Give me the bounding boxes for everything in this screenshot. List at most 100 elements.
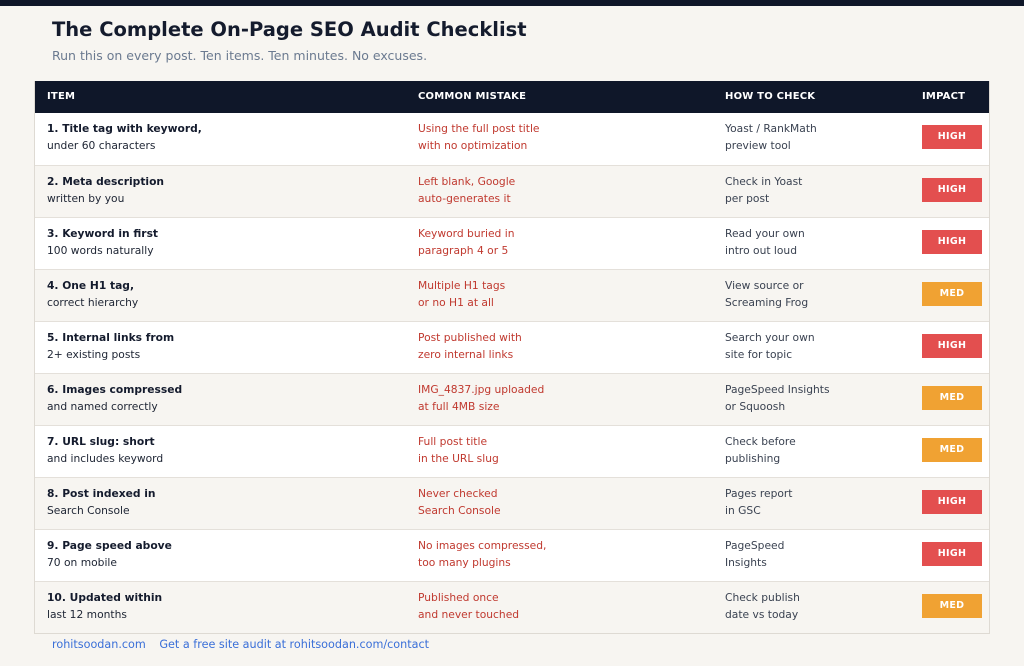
how-to-check-cell: Read your own intro out loud (725, 225, 805, 259)
mistake-cell: Using the full post title with no optimiz… (418, 120, 540, 154)
table-row: 8. Post indexed in Search Console Never ch… (35, 477, 989, 529)
item-cell-line: 9. Page speed above (47, 539, 172, 552)
mistake-cell: Keyword buried in paragraph 4 or 5 (418, 225, 514, 259)
item-cell-line: 2. Meta description (47, 175, 165, 188)
mistake-cell: No images compressed, too many plugins (418, 537, 546, 571)
item-cell-line: 70 on mobile (47, 556, 117, 569)
how-to-check-cell-line: publishing (725, 452, 781, 465)
footer-site-link[interactable]: rohitsoodan.com (52, 638, 146, 651)
mistake-cell-line: Multiple H1 tags (418, 279, 506, 292)
impact-badge: HIGH (922, 490, 982, 514)
item-cell-line: and includes keyword (47, 452, 164, 465)
item-cell: 4. One H1 tag, correct hierarchy (47, 277, 138, 311)
item-cell: 7. URL slug: short and includes keyword (47, 433, 163, 467)
footer-cta-link[interactable]: Get a free site audit at rohitsoodan.com… (159, 638, 429, 651)
item-cell: 10. Updated within last 12 months (47, 589, 162, 623)
footer: rohitsoodan.com Get a free site audit at… (52, 638, 439, 651)
header-how-to-check: HOW TO CHECK (725, 91, 816, 102)
table-row: 7. URL slug: short and includes keyword Fu… (35, 425, 989, 477)
mistake-cell-line: No images compressed, (418, 539, 547, 552)
how-to-check-cell-line: preview tool (725, 139, 791, 152)
mistake-cell: Multiple H1 tags or no H1 at all (418, 277, 505, 311)
how-to-check-cell: PageSpeed Insights (725, 537, 784, 571)
how-to-check-cell-line: Check publish (725, 591, 800, 604)
how-to-check-cell-line: Check before (725, 435, 796, 448)
item-cell-line: and named correctly (47, 400, 158, 413)
item-cell-line: written by you (47, 192, 125, 205)
impact-badge: MED (922, 594, 982, 618)
table-row: 9. Page speed above 70 on mobile No images… (35, 529, 989, 581)
how-to-check-cell-line: Pages report (725, 487, 793, 500)
how-to-check-cell-line: Yoast / RankMath (725, 122, 817, 135)
impact-badge: MED (922, 282, 982, 306)
item-cell-line: last 12 months (47, 608, 127, 621)
page-subtitle: Run this on every post. Ten items. Ten m… (52, 48, 428, 63)
item-cell: 3. Keyword in first 100 words naturally (47, 225, 158, 259)
mistake-cell: Never checked Search Console (418, 485, 501, 519)
item-cell-line: 10. Updated within (47, 591, 163, 604)
item-cell: 2. Meta description written by you (47, 173, 164, 207)
impact-badge: HIGH (922, 334, 982, 358)
item-cell-line: 7. URL slug: short (47, 435, 155, 448)
mistake-cell-line: zero internal links (418, 348, 514, 361)
header-common-mistake: COMMON MISTAKE (418, 91, 527, 102)
mistake-cell-line: Using the full post title (418, 122, 540, 135)
how-to-check-cell: Check before publishing (725, 433, 796, 467)
table-row: 6. Images compressed and named correctly I… (35, 373, 989, 425)
table-row: 1. Title tag with keyword, under 60 chara… (35, 113, 989, 165)
how-to-check-cell-line: Search your own (725, 331, 815, 344)
item-cell-line: 6. Images compressed (47, 383, 183, 396)
mistake-cell-line: Search Console (418, 504, 501, 517)
mistake-cell-line: Keyword buried in (418, 227, 515, 240)
how-to-check-cell: View source or Screaming Frog (725, 277, 808, 311)
impact-badge: HIGH (922, 125, 982, 149)
item-cell-line: correct hierarchy (47, 296, 139, 309)
mistake-cell: Post published with zero internal links (418, 329, 522, 363)
mistake-cell-line: and never touched (418, 608, 520, 621)
how-to-check-cell-line: in GSC (725, 504, 761, 517)
how-to-check-cell: Search your own site for topic (725, 329, 815, 363)
mistake-cell-line: Post published with (418, 331, 522, 344)
mistake-cell-line: paragraph 4 or 5 (418, 244, 509, 257)
header-item: ITEM (47, 91, 76, 102)
mistake-cell-line: in the URL slug (418, 452, 499, 465)
item-cell: 9. Page speed above 70 on mobile (47, 537, 172, 571)
table-row: 5. Internal links from 2+ existing posts P… (35, 321, 989, 373)
table-row: 3. Keyword in first 100 words naturally Ke… (35, 217, 989, 269)
mistake-cell-line: or no H1 at all (418, 296, 494, 309)
how-to-check-cell: Check publish date vs today (725, 589, 800, 623)
item-cell: 5. Internal links from 2+ existing posts (47, 329, 174, 363)
mistake-cell-line: Full post title (418, 435, 488, 448)
how-to-check-cell-line: date vs today (725, 608, 799, 621)
how-to-check-cell-line: Insights (725, 556, 767, 569)
impact-badge: MED (922, 438, 982, 462)
table-row: 2. Meta description written by you Left bl… (35, 165, 989, 217)
header-impact: IMPACT (922, 91, 966, 102)
how-to-check-cell: Check in Yoast per post (725, 173, 802, 207)
mistake-cell-line: Left blank, Google (418, 175, 516, 188)
mistake-cell-line: with no optimization (418, 139, 528, 152)
how-to-check-cell-line: PageSpeed (725, 539, 785, 552)
how-to-check-cell-line: intro out loud (725, 244, 797, 257)
audit-checklist-table: ITEM COMMON MISTAKE HOW TO CHECK IMPACT … (34, 81, 990, 634)
table-row: 4. One H1 tag, correct hierarchy Multiple … (35, 269, 989, 321)
item-cell-line: 100 words naturally (47, 244, 154, 257)
how-to-check-cell: PageSpeed Insights or Squoosh (725, 381, 830, 415)
mistake-cell: IMG_4837.jpg uploaded at full 4MB size (418, 381, 544, 415)
item-cell-line: 2+ existing posts (47, 348, 141, 361)
mistake-cell-line: Published once (418, 591, 499, 604)
item-cell: 8. Post indexed in Search Console (47, 485, 156, 519)
page-title: The Complete On-Page SEO Audit Checklist (52, 18, 527, 41)
impact-badge: MED (922, 386, 982, 410)
item-cell-line: 5. Internal links from (47, 331, 175, 344)
item-cell-line: 8. Post indexed in (47, 487, 156, 500)
how-to-check-cell-line: PageSpeed Insights (725, 383, 830, 396)
item-cell-line: under 60 characters (47, 139, 156, 152)
mistake-cell: Full post title in the URL slug (418, 433, 499, 467)
top-accent-bar (0, 0, 1024, 6)
how-to-check-cell-line: or Squoosh (725, 400, 786, 413)
mistake-cell: Left blank, Google auto-generates it (418, 173, 515, 207)
impact-badge: HIGH (922, 230, 982, 254)
how-to-check-cell-line: View source or (725, 279, 804, 292)
item-cell-line: Search Console (47, 504, 130, 517)
